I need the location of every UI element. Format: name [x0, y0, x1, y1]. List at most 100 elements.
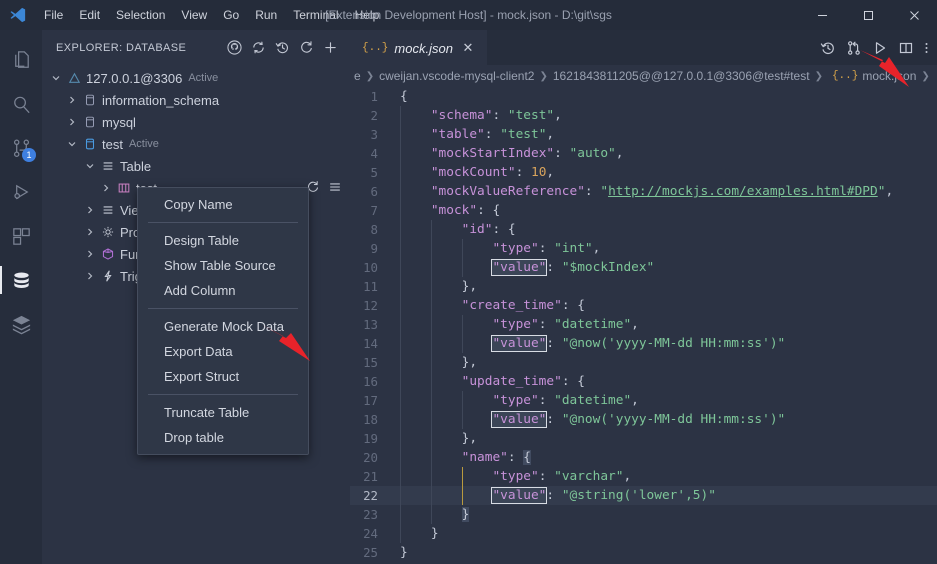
code-line[interactable]: 22 "value": "@string('lower',5)"	[350, 486, 937, 505]
chevron-right-icon[interactable]	[82, 205, 98, 215]
code-line[interactable]: 16 "update_time": {	[350, 372, 937, 391]
code-line[interactable]: 3 "table": "test",	[350, 125, 937, 144]
code-editor[interactable]: 1{2 "schema": "test", 3 "table": "test", 4…	[350, 87, 937, 564]
chevron-right-icon[interactable]	[98, 183, 114, 193]
close-icon[interactable]: ✕	[459, 39, 477, 57]
activity-explorer-files-icon[interactable]	[0, 38, 42, 82]
code-line[interactable]: 25}	[350, 543, 937, 562]
context-menu-item-truncate-table[interactable]: Truncate Table	[138, 400, 308, 425]
code-line[interactable]: 17 "type": "datetime",	[350, 391, 937, 410]
activity-run-debug-icon[interactable]	[0, 170, 42, 214]
code-line[interactable]: 8 "id": {	[350, 220, 937, 239]
code-text: },	[394, 277, 477, 296]
chevron-right-icon[interactable]	[82, 249, 98, 259]
github-icon[interactable]	[227, 40, 242, 55]
json-key: "mockCount"	[430, 165, 516, 180]
chevron-right-icon[interactable]	[64, 95, 80, 105]
menu-terminal[interactable]: Terminal	[285, 0, 346, 30]
split-editor-icon[interactable]	[898, 40, 914, 56]
json-punctuation	[400, 469, 492, 484]
code-line[interactable]: 12 "create_time": {	[350, 296, 937, 315]
breadcrumb-item-2[interactable]: 1621843811205@@127.0.0.1@3306@test#test	[553, 69, 810, 83]
context-menu-item-design-table[interactable]: Design Table	[138, 228, 308, 253]
breadcrumb-item-3[interactable]: mock.json	[862, 69, 916, 83]
menu-icon[interactable]	[328, 180, 342, 197]
code-line[interactable]: 18 "value": "@now('yyyy-MM-dd HH:mm:ss')…	[350, 410, 937, 429]
context-menu-item-generate-mock-data[interactable]: Generate Mock Data	[138, 314, 308, 339]
activity-database-stack-icon[interactable]	[0, 302, 42, 346]
json-url-link[interactable]: http://mockjs.com/examples.html#DPD	[608, 184, 878, 199]
activity-search-icon[interactable]	[0, 82, 42, 126]
run-play-icon[interactable]	[872, 40, 888, 56]
menu-run[interactable]: Run	[247, 0, 285, 30]
code-line[interactable]: 11 },	[350, 277, 937, 296]
code-line[interactable]: 1{	[350, 87, 937, 106]
compare-changes-icon[interactable]	[846, 40, 862, 56]
activity-database-icon[interactable]	[0, 258, 42, 302]
code-line[interactable]: 23 }	[350, 505, 937, 524]
breadcrumb-item-1[interactable]: cweijan.vscode-mysql-client2	[379, 69, 534, 83]
code-line[interactable]: 14 "value": "@now('yyyy-MM-dd HH:mm:ss')…	[350, 334, 937, 353]
code-line[interactable]: 6 "mockValueReference": "http://mockjs.c…	[350, 182, 937, 201]
tree-item-mysql[interactable]: mysql	[42, 111, 350, 133]
context-menu-item-export-data[interactable]: Export Data	[138, 339, 308, 364]
code-line[interactable]: 24 }	[350, 524, 937, 543]
activity-extensions-icon[interactable]	[0, 214, 42, 258]
line-number: 18	[363, 412, 378, 427]
tree-item-table-group[interactable]: Table	[42, 155, 350, 177]
tree-item-information-schema[interactable]: information_schema	[42, 89, 350, 111]
menu-go[interactable]: Go	[215, 0, 247, 30]
activity-source-control-icon[interactable]: 1	[0, 126, 42, 170]
code-line[interactable]: 5 "mockCount": 10,	[350, 163, 937, 182]
code-line[interactable]: 9 "type": "int",	[350, 239, 937, 258]
code-line[interactable]: 20 "name": {	[350, 448, 937, 467]
chevron-down-icon[interactable]	[82, 161, 98, 171]
context-menu: Copy Name Design Table Show Table Source…	[137, 187, 309, 455]
breadcrumb-item-0[interactable]: e	[354, 69, 361, 83]
refresh-icon[interactable]	[299, 40, 314, 55]
indent-guide	[400, 258, 401, 277]
menu-edit[interactable]: Edit	[71, 0, 108, 30]
chevron-down-icon[interactable]	[48, 73, 64, 83]
code-line[interactable]: 4 "mockStartIndex": "auto",	[350, 144, 937, 163]
code-line[interactable]: 19 },	[350, 429, 937, 448]
sync-icon[interactable]	[251, 40, 266, 55]
procedure-icon	[98, 225, 118, 239]
line-number: 10	[363, 260, 378, 275]
menu-view[interactable]: View	[173, 0, 215, 30]
tree-item-server[interactable]: 127.0.0.1@3306 Active	[42, 67, 350, 89]
line-number: 22	[363, 488, 378, 503]
window-controls[interactable]	[799, 0, 937, 30]
context-menu-item-show-table-source[interactable]: Show Table Source	[138, 253, 308, 278]
context-menu-item-export-struct[interactable]: Export Struct	[138, 364, 308, 389]
code-line[interactable]: 13 "type": "datetime",	[350, 315, 937, 334]
chevron-right-icon[interactable]	[82, 271, 98, 281]
close-button[interactable]	[891, 0, 937, 30]
menu-selection[interactable]: Selection	[108, 0, 173, 30]
add-icon[interactable]	[323, 40, 338, 55]
menu-bar[interactable]: File Edit Selection View Go Run Terminal…	[36, 0, 387, 30]
database-active-icon	[80, 137, 100, 151]
context-menu-item-copy-name[interactable]: Copy Name	[138, 192, 308, 217]
context-menu-item-add-column[interactable]: Add Column	[138, 278, 308, 303]
maximize-button[interactable]	[845, 0, 891, 30]
chevron-down-icon[interactable]	[64, 139, 80, 149]
code-line[interactable]: 15 },	[350, 353, 937, 372]
menu-help[interactable]: Help	[347, 0, 388, 30]
tree-item-test-database[interactable]: test Active	[42, 133, 350, 155]
menu-file[interactable]: File	[36, 0, 71, 30]
indent-guide	[461, 467, 463, 486]
minimize-button[interactable]	[799, 0, 845, 30]
code-line[interactable]: 21 "type": "varchar",	[350, 467, 937, 486]
history-icon[interactable]	[275, 40, 290, 55]
context-menu-item-drop-table[interactable]: Drop table	[138, 425, 308, 450]
chevron-right-icon[interactable]	[64, 117, 80, 127]
code-line[interactable]: 10 "value": "$mockIndex"	[350, 258, 937, 277]
code-line[interactable]: 7 "mock": {	[350, 201, 937, 220]
chevron-right-icon[interactable]	[82, 227, 98, 237]
code-text: "table": "test",	[394, 125, 554, 144]
more-actions-icon[interactable]	[924, 40, 929, 56]
code-line[interactable]: 2 "schema": "test",	[350, 106, 937, 125]
timeline-history-icon[interactable]	[820, 40, 836, 56]
tab-mock-json[interactable]: {..} mock.json ✕	[350, 30, 487, 65]
